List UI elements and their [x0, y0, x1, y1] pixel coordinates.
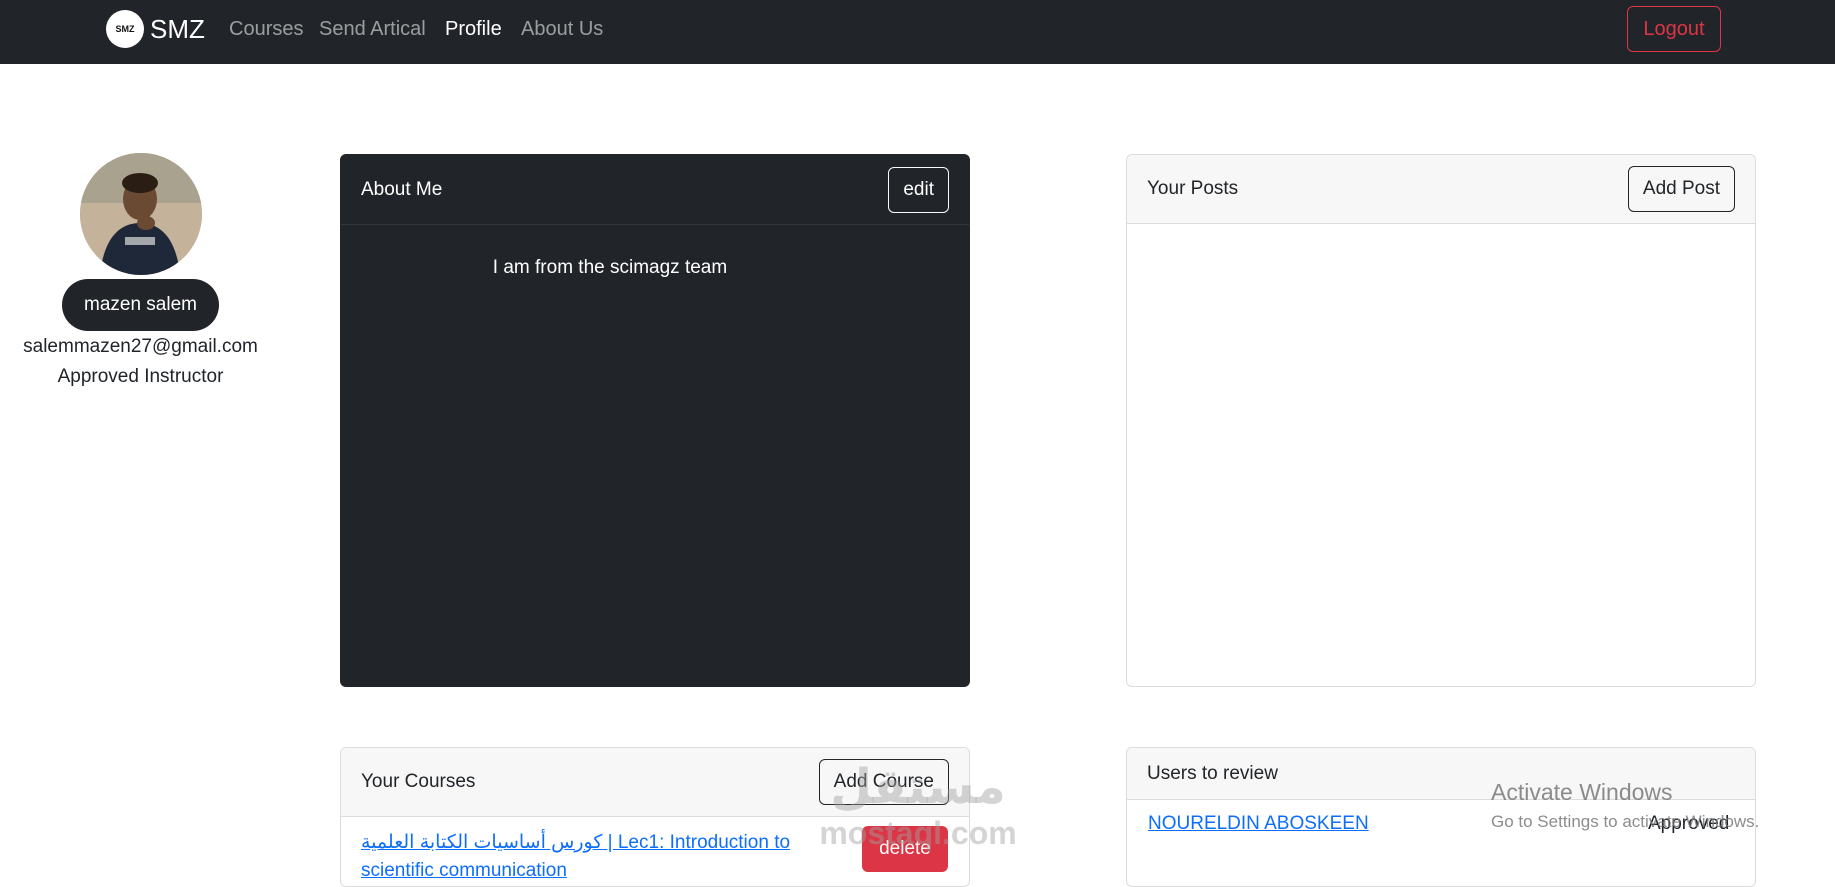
about-me-header: About Me edit: [341, 155, 969, 225]
brand[interactable]: SMZ SMZ: [106, 10, 205, 48]
logout-button[interactable]: Logout: [1627, 6, 1721, 52]
your-posts-title: Your Posts: [1147, 178, 1239, 199]
profile-name[interactable]: mazen salem: [62, 279, 219, 331]
brand-name: SMZ: [150, 13, 205, 44]
your-posts-card: Your Posts Add Post: [1126, 154, 1756, 687]
nav-link-about-us[interactable]: About Us: [521, 18, 603, 41]
about-me-text: I am from the scimagz team: [492, 257, 728, 278]
site-watermark-arabic: مستقل: [830, 761, 1006, 814]
nav-link-send-artical[interactable]: Send Artical: [319, 18, 426, 41]
activate-windows-subtitle: Go to Settings to activate Windows.: [1491, 812, 1760, 831]
site-watermark-latin: mostaql.com: [819, 815, 1017, 851]
profile-email: salemmazen27@gmail.com: [23, 336, 258, 357]
add-post-button[interactable]: Add Post: [1627, 166, 1735, 212]
about-me-title: About Me: [361, 178, 443, 200]
activate-windows-title: Activate Windows: [1491, 779, 1673, 805]
top-navbar: SMZ SMZ Courses Send Artical Profile Abo…: [0, 0, 1835, 64]
nav-link-profile[interactable]: Profile: [445, 18, 502, 41]
users-to-review-title: Users to review: [1147, 762, 1278, 784]
edit-about-button[interactable]: edit: [888, 166, 949, 213]
activate-windows-watermark: Activate Windows Go to Settings to activ…: [1491, 779, 1759, 832]
avatar-photo: [80, 153, 202, 275]
your-courses-title: Your Courses: [361, 771, 476, 792]
brand-logo: SMZ: [106, 10, 144, 48]
your-posts-header: Your Posts Add Post: [1127, 155, 1755, 224]
review-user-link[interactable]: NOURELDIN ABOSKEEN: [1148, 813, 1369, 835]
about-me-card: About Me edit I am from the scimagz team: [340, 154, 970, 687]
profile-role: Approved Instructor: [57, 366, 224, 387]
site-watermark: مستقل mostaql.com: [803, 760, 1033, 850]
nav-link-courses[interactable]: Courses: [229, 18, 303, 41]
course-link[interactable]: كورس أساسيات الكتابة العلمية | Lec1: Int…: [361, 829, 811, 885]
avatar: [80, 153, 202, 275]
